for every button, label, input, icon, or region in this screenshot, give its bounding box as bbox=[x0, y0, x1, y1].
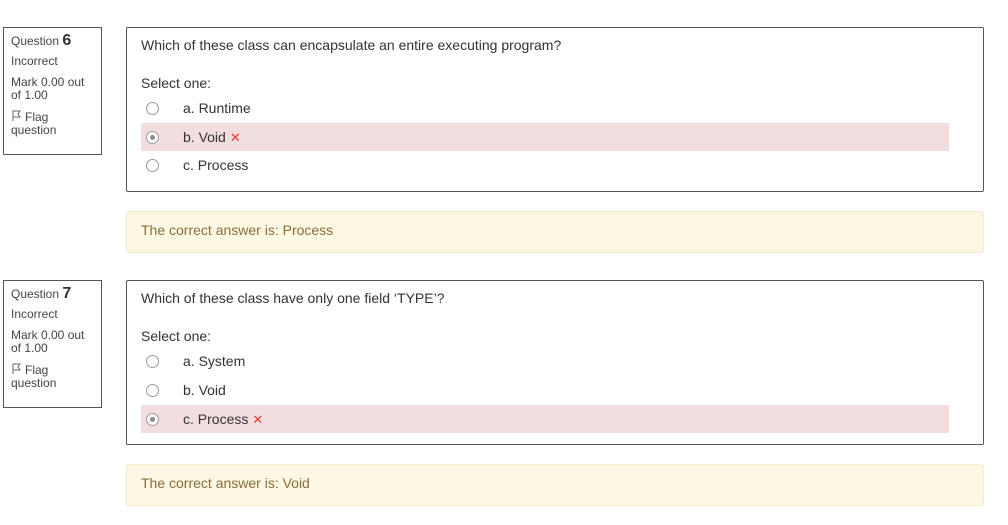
question-label: Question bbox=[11, 34, 60, 48]
answer-list: a. Runtime b. Void ✕ c. Process bbox=[141, 94, 949, 180]
answer-option-a[interactable]: a. System bbox=[141, 347, 949, 376]
answer-option-c[interactable]: c. Process ✕ bbox=[141, 405, 949, 433]
incorrect-x-icon: ✕ bbox=[229, 130, 241, 145]
radio-button-selected[interactable] bbox=[146, 131, 159, 144]
flag-icon bbox=[12, 363, 21, 374]
question-text: Which of these class can encapsulate an … bbox=[141, 37, 562, 53]
answer-label: b. Void bbox=[183, 129, 226, 145]
correct-answer-feedback: The correct answer is: Process bbox=[126, 211, 984, 253]
question-grade: Mark 0.00 out of 1.00 bbox=[11, 328, 85, 355]
question-text: Which of these class have only one field… bbox=[141, 290, 445, 306]
question-content: Which of these class have only one field… bbox=[126, 280, 984, 445]
correct-answer-feedback: The correct answer is: Void bbox=[126, 464, 984, 506]
answer-option-c[interactable]: c. Process bbox=[141, 151, 949, 180]
question-number: 6 bbox=[62, 32, 72, 49]
answer-list: a. System b. Void c. Process ✕ bbox=[141, 347, 949, 433]
flag-question-link[interactable]: Flag question bbox=[11, 110, 94, 137]
answer-option-b[interactable]: b. Void ✕ bbox=[141, 123, 949, 151]
question-info: Question 7 Incorrect Mark 0.00 out of 1.… bbox=[3, 280, 102, 408]
question-grade: Mark 0.00 out of 1.00 bbox=[11, 75, 85, 102]
answer-option-b[interactable]: b. Void bbox=[141, 376, 949, 405]
answer-option-a[interactable]: a. Runtime bbox=[141, 94, 949, 123]
radio-button[interactable] bbox=[146, 159, 159, 172]
radio-button[interactable] bbox=[146, 102, 159, 115]
select-prompt: Select one: bbox=[141, 75, 212, 91]
answer-label: c. Process bbox=[183, 157, 249, 173]
question-number: 7 bbox=[62, 285, 72, 302]
flag-question-link[interactable]: Flag question bbox=[11, 363, 94, 390]
question-label: Question bbox=[11, 287, 60, 301]
question-content: Which of these class can encapsulate an … bbox=[126, 27, 984, 192]
answer-label: b. Void bbox=[183, 382, 226, 398]
question-state: Incorrect bbox=[11, 307, 58, 321]
answer-label-wrap: c. Process ✕ bbox=[183, 405, 263, 434]
radio-button[interactable] bbox=[146, 355, 159, 368]
incorrect-x-icon: ✕ bbox=[252, 412, 264, 427]
answer-label: a. Runtime bbox=[183, 100, 251, 116]
question-info: Question 6 Incorrect Mark 0.00 out of 1.… bbox=[3, 27, 102, 155]
answer-label: c. Process bbox=[183, 411, 249, 427]
radio-button-selected[interactable] bbox=[146, 413, 159, 426]
answer-label-wrap: b. Void ✕ bbox=[183, 123, 241, 152]
answer-label: a. System bbox=[183, 353, 246, 369]
flag-icon bbox=[12, 110, 21, 121]
radio-button[interactable] bbox=[146, 384, 159, 397]
select-prompt: Select one: bbox=[141, 328, 212, 344]
question-state: Incorrect bbox=[11, 54, 58, 68]
